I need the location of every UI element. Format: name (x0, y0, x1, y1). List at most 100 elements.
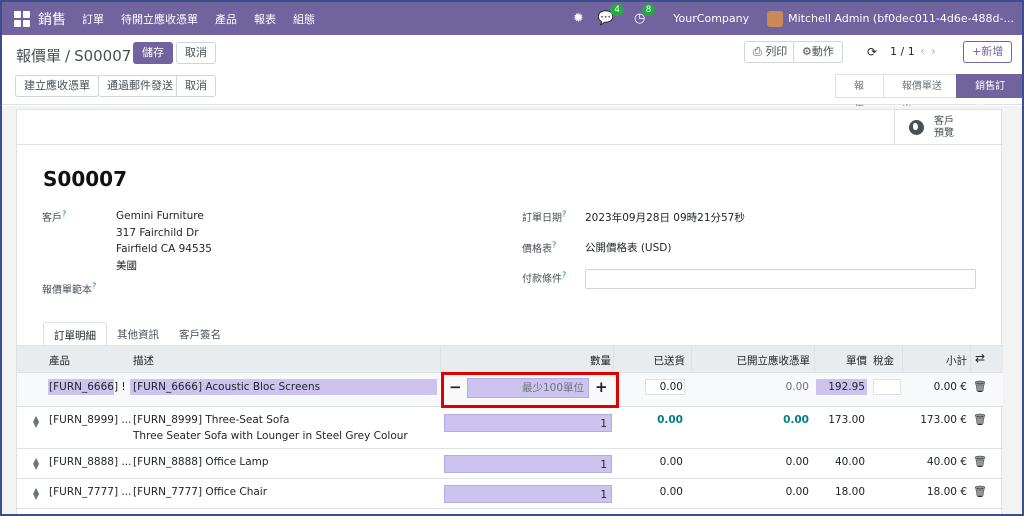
button-box: 客戶 預覽 (17, 110, 1003, 145)
drag-handle-icon[interactable]: ▲ ▼ (33, 415, 39, 429)
pager-value[interactable]: 1 / 1 (890, 45, 915, 58)
col-product[interactable]: 產品 (49, 353, 70, 368)
action-button[interactable]: ⚙動作 (793, 41, 843, 63)
table-row[interactable]: ▲ ▼ [FURN_8888] ... [FURN_8888] Office La… (17, 449, 1003, 479)
cancel-order-button[interactable]: 取消 (176, 75, 216, 97)
row-invoiced: 0.00 (785, 381, 809, 393)
print-button[interactable]: ⎙ 列印 (744, 41, 797, 63)
row-unit-price: 192.95 (828, 381, 865, 393)
status-sales-order[interactable]: 銷售訂單 (956, 74, 1022, 116)
trash-icon[interactable]: 🗑 (973, 413, 987, 426)
save-button[interactable]: 儲存 (133, 42, 173, 64)
col-unit-price[interactable]: 單價 (817, 353, 867, 368)
discard-button[interactable]: 取消 (176, 42, 216, 64)
row-delivered: 0.00 (659, 381, 683, 393)
print-label: 列印 (765, 45, 788, 58)
customer-name[interactable]: Gemini Furniture (116, 210, 204, 222)
table-row[interactable]: ▲ ▼ [FURN_8999] ... [FURN_8999] Three-Sea… (17, 407, 1003, 449)
table-row[interactable]: ▲ ▼ [FURN_7777] ... [FURN_7777] Office Ch… (17, 479, 1003, 509)
new-button[interactable]: +新增 (963, 41, 1013, 63)
payment-terms-label: 付款條件? (522, 270, 567, 285)
customer-label: 客戶? (42, 209, 67, 224)
row-delivered: 0.00 (657, 414, 683, 426)
row-product: [FURN_7777] ... (49, 486, 132, 498)
column-settings-icon[interactable]: ⇄ (975, 351, 985, 365)
refresh-icon[interactable]: ⟳ (867, 45, 877, 59)
chevron-right-icon[interactable]: › (931, 44, 942, 58)
row-description: [FURN_6666] Acoustic Bloc Screens (133, 381, 321, 393)
row-invoiced: 0.00 (783, 414, 809, 426)
col-subtotal[interactable]: 小計 (917, 353, 967, 368)
table-header: 產品 描述 數量 已送貨 已開立應收憑單 單價 稅金 小計 ⇄ (17, 346, 1003, 373)
new-label: 新增 (981, 45, 1004, 58)
row-subtotal: 0.00 € (933, 381, 967, 393)
row-unit-price: 173.00 (828, 414, 865, 426)
trash-icon[interactable]: 🗑 (973, 380, 987, 393)
customer-preview-button[interactable]: 客戶 預覽 (894, 110, 1003, 145)
user-menu[interactable]: Mitchell Admin (bf0dec011-4d6e-488d-... (788, 12, 1014, 25)
status-bar: 報價 報價單送出 銷售訂單 (835, 74, 1022, 116)
chevron-left-icon[interactable]: ‹ (920, 44, 931, 58)
pricelist-label: 價格表? (522, 240, 557, 255)
bug-icon[interactable]: ✹ (573, 11, 584, 26)
drag-handle-icon[interactable]: ▲ ▼ (33, 457, 39, 471)
row-subtotal: 173.00 € (920, 414, 967, 426)
gear-icon: ⚙ (802, 45, 812, 58)
top-navbar: 銷售 訂單 待開立應收憑單 產品 報表 組態 ✹ 💬 4 ◷ 8 YourCompa… (2, 2, 1022, 35)
customer-street: 317 Fairchild Dr (116, 227, 199, 239)
minus-icon[interactable]: − (449, 378, 462, 396)
breadcrumb-parent[interactable]: 報價單 (16, 47, 61, 65)
col-quantity[interactable]: 數量 (557, 353, 611, 368)
breadcrumb: 報價單 / S00007 (16, 47, 132, 65)
trash-icon[interactable]: 🗑 (973, 485, 987, 498)
customer-country: 美國 (116, 260, 137, 272)
chat-icon[interactable]: 💬 4 (598, 4, 624, 26)
app-name[interactable]: 銷售 (38, 9, 66, 29)
trash-icon[interactable]: 🗑 (973, 455, 987, 468)
activity-count-badge: 8 (641, 4, 656, 16)
company-switcher[interactable]: YourCompany (673, 12, 749, 25)
menu-orders[interactable]: 訂單 (82, 11, 104, 27)
row-unit-price: 18.00 (834, 486, 865, 498)
row-description-line2: Three Seater Sofa with Lounger in Steel … (133, 430, 408, 442)
avatar[interactable] (767, 10, 784, 27)
quantity-input[interactable]: 最少100單位 (467, 378, 589, 398)
payment-terms-input[interactable] (585, 269, 976, 289)
breadcrumb-current: S00007 (74, 47, 132, 65)
quotation-template-label: 報價單範本? (42, 281, 97, 296)
row-subtotal: 40.00 € (926, 456, 967, 468)
col-delivered[interactable]: 已送貨 (625, 353, 686, 368)
preview-label: 客戶 預覽 (934, 115, 954, 139)
order-date-label: 訂單日期? (522, 209, 567, 224)
col-invoiced[interactable]: 已開立應收憑單 (697, 353, 811, 368)
menu-reports[interactable]: 報表 (254, 11, 276, 27)
action-label: 動作 (811, 45, 834, 58)
order-date-value[interactable]: 2023年09月28日 09時21分57秒 (585, 210, 745, 225)
row-subtotal: 18.00 € (926, 486, 967, 498)
drag-handle-icon[interactable]: ▲ ▼ (33, 487, 39, 501)
status-quotation[interactable]: 報價 (835, 74, 884, 116)
pager-arrows: ‹› (920, 44, 942, 58)
form-sheet: 客戶 預覽 S00007 客戶? Gemini Furniture 317 Fai… (16, 109, 1003, 514)
menu-configuration[interactable]: 組態 (293, 11, 315, 27)
send-by-email-button[interactable]: 通過郵件發送 (98, 75, 182, 97)
col-taxes[interactable]: 稅金 (873, 353, 894, 368)
quantity-field[interactable]: 1 (444, 455, 612, 473)
window-frame: 銷售 訂單 待開立應收憑單 產品 報表 組態 ✹ 💬 4 ◷ 8 YourCompa… (0, 0, 1024, 516)
create-invoice-button[interactable]: 建立應收憑單 (15, 75, 99, 97)
row-unit-price: 40.00 (834, 456, 865, 468)
menu-products[interactable]: 產品 (215, 11, 237, 27)
pricelist-value[interactable]: 公開價格表 (USD) (585, 240, 671, 255)
apps-grid-icon[interactable] (14, 10, 30, 27)
status-quotation-sent[interactable]: 報價單送出 (882, 74, 958, 116)
activity-clock-icon[interactable]: ◷ 8 (634, 4, 656, 26)
quantity-field[interactable]: 1 (444, 485, 612, 503)
row-description: [FURN_7777] Office Chair (133, 486, 268, 498)
plus-icon[interactable]: + (595, 378, 608, 396)
row-product: [FURN_6666] ! (49, 381, 126, 393)
quantity-field[interactable]: 1 (444, 414, 612, 432)
col-description[interactable]: 描述 (133, 353, 154, 368)
menu-to-invoice[interactable]: 待開立應收憑單 (121, 11, 198, 27)
row-description: [FURN_8888] Office Lamp (133, 456, 269, 468)
navbar-systray: ✹ 💬 4 ◷ 8 YourCompany Mitchell Admin (bf0d… (573, 2, 1022, 35)
